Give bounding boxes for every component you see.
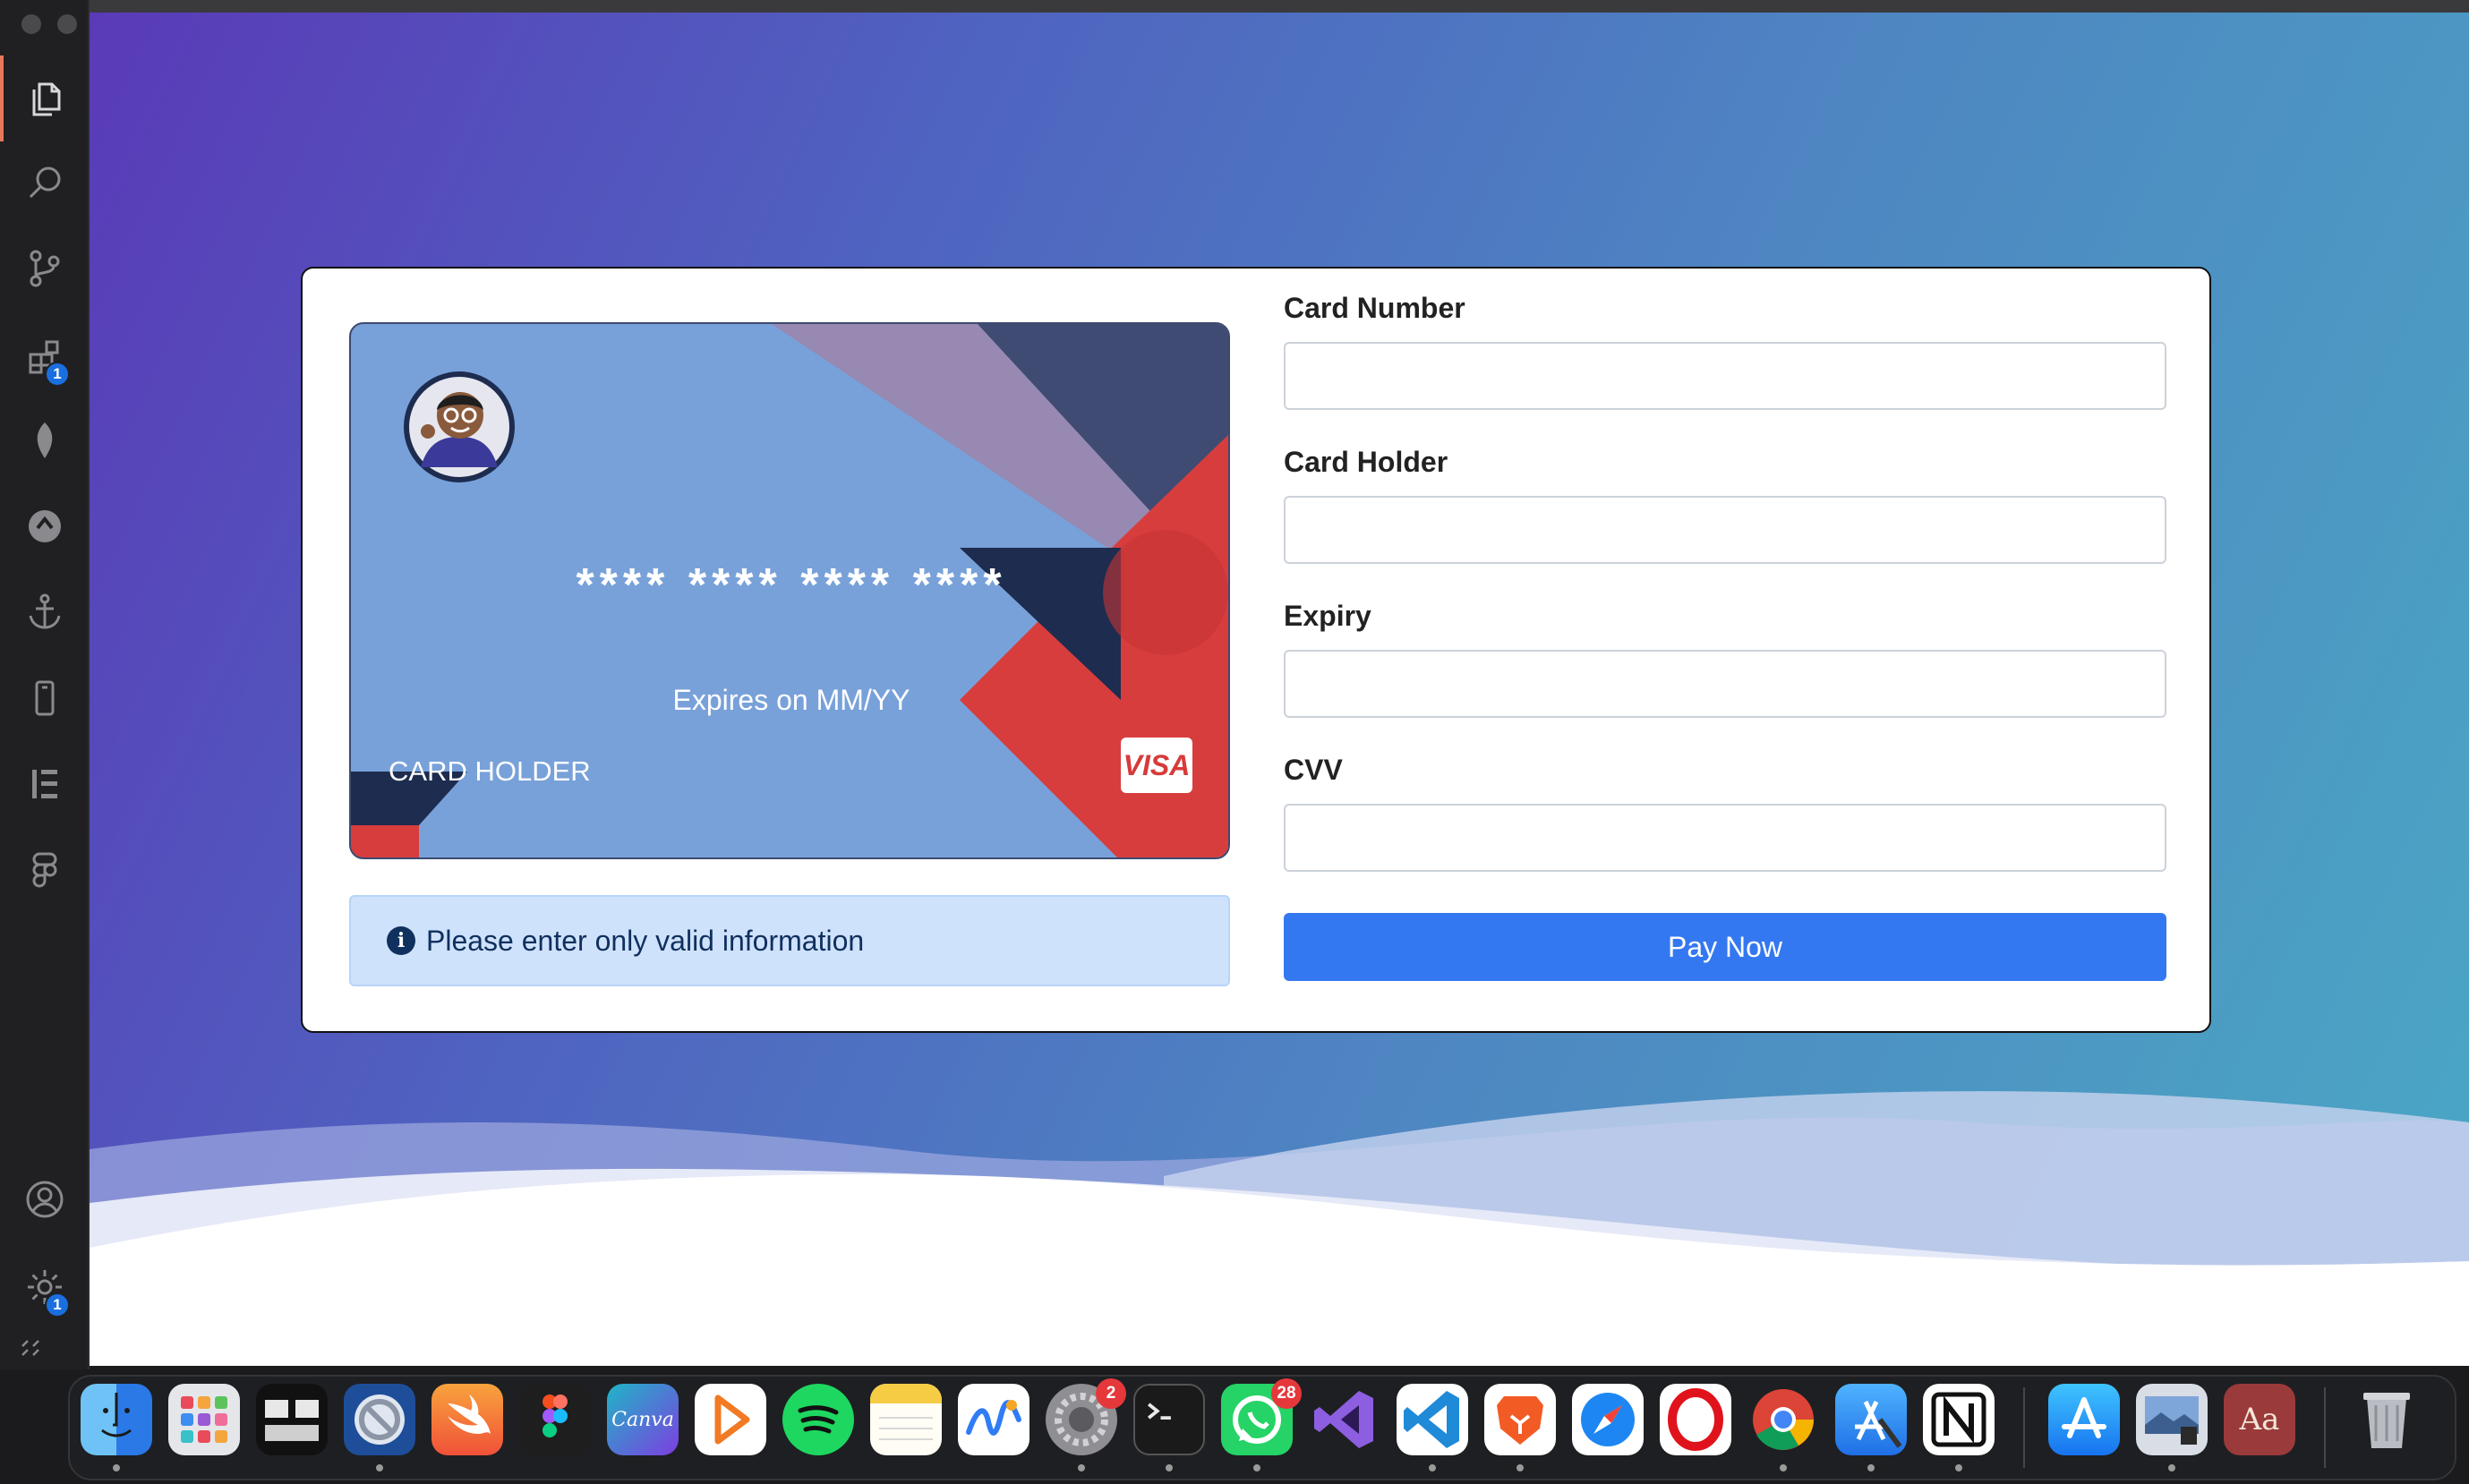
- card-number-label: Card Number: [1284, 292, 1465, 324]
- xcode-icon[interactable]: [1835, 1384, 1907, 1455]
- card-number-input[interactable]: [1284, 342, 2166, 410]
- elementor-icon[interactable]: [0, 741, 90, 827]
- expiry-input[interactable]: [1284, 650, 2166, 718]
- pay-now-button[interactable]: Pay Now: [1284, 913, 2166, 981]
- dock-separator-trash: [2324, 1387, 2326, 1468]
- extensions-icon[interactable]: 1: [0, 313, 90, 399]
- figma-icon[interactable]: [0, 827, 90, 913]
- window-close-button[interactable]: [21, 14, 41, 34]
- accounts-icon[interactable]: [0, 1156, 90, 1242]
- notion-running-indicator: [1955, 1464, 1962, 1471]
- whatsapp-badge: 28: [1271, 1378, 1302, 1409]
- stop-app-icon[interactable]: [344, 1384, 415, 1455]
- trash-icon[interactable]: [2351, 1384, 2422, 1455]
- vscode-running-indicator: [1429, 1464, 1436, 1471]
- remote-status-icon[interactable]: [20, 1337, 41, 1359]
- chrome-running-indicator: [1780, 1464, 1787, 1471]
- card-number-display: **** **** **** ****: [576, 559, 1007, 611]
- stop-app-running-indicator: [376, 1464, 383, 1471]
- visa-logo: VISA: [1121, 738, 1192, 793]
- window-minimize-button[interactable]: [57, 14, 77, 34]
- screen: 1 1 **** **** **** **** Expires on MM/YY…: [0, 0, 2469, 1484]
- infuse-player-icon[interactable]: [695, 1384, 766, 1455]
- swift-playgrounds-icon[interactable]: [431, 1384, 503, 1455]
- source-control-icon[interactable]: [0, 226, 90, 311]
- info-icon: i: [387, 926, 415, 955]
- vscode-icon[interactable]: [1397, 1384, 1468, 1455]
- finder-running-indicator: [113, 1464, 120, 1471]
- card-expiry-display: Expires on MM/YY: [672, 684, 910, 716]
- window-title-bar: [0, 0, 2469, 13]
- terminal-icon[interactable]: [1133, 1384, 1205, 1455]
- app-store-icon[interactable]: [2048, 1384, 2120, 1455]
- freeform-icon[interactable]: [958, 1384, 1029, 1455]
- safari-icon[interactable]: [1572, 1384, 1644, 1455]
- cvv-input[interactable]: [1284, 804, 2166, 872]
- info-alert: i Please enter only valid information: [349, 895, 1230, 986]
- preview-icon[interactable]: [2136, 1384, 2208, 1455]
- dictionary-label: Aa: [2239, 1402, 2280, 1437]
- whatsapp-running-indicator: [1253, 1464, 1260, 1471]
- payment-panel: **** **** **** **** Expires on MM/YY CAR…: [301, 267, 2211, 1033]
- settings-badge: 1: [45, 1292, 70, 1318]
- system-settings-badge: 2: [1096, 1378, 1126, 1409]
- settings-gear-icon[interactable]: 1: [0, 1244, 90, 1330]
- figma-app-icon[interactable]: [519, 1384, 591, 1455]
- canva-label: Canva: [611, 1408, 674, 1431]
- expiry-label: Expiry: [1284, 600, 1371, 632]
- terminal-running-indicator: [1166, 1464, 1173, 1471]
- leaf-extension-icon[interactable]: [0, 397, 90, 483]
- card-holder-input[interactable]: [1284, 496, 2166, 564]
- dock-separator: [2023, 1387, 2025, 1468]
- visual-studio-icon[interactable]: [1309, 1384, 1380, 1455]
- mission-control-icon[interactable]: [256, 1384, 328, 1455]
- alert-message: Please enter only valid information: [426, 924, 865, 957]
- mobile-device-icon[interactable]: [0, 655, 90, 741]
- dictionary-icon[interactable]: Aa: [2224, 1384, 2295, 1455]
- cvv-label: CVV: [1284, 754, 1343, 786]
- activity-bar: 1 1: [0, 0, 90, 1369]
- credit-card-preview: **** **** **** **** Expires on MM/YY CAR…: [349, 322, 1230, 859]
- payment-page: **** **** **** **** Expires on MM/YY CAR…: [90, 13, 2469, 1366]
- brave-running-indicator: [1516, 1464, 1524, 1471]
- remote-explorer-icon[interactable]: [0, 483, 90, 569]
- opera-icon[interactable]: [1660, 1384, 1731, 1455]
- canva-icon[interactable]: Canva: [607, 1384, 679, 1455]
- launchpad-icon[interactable]: [168, 1384, 240, 1455]
- xcode-running-indicator: [1867, 1464, 1875, 1471]
- anchor-icon[interactable]: [0, 569, 90, 655]
- extensions-badge: 1: [45, 362, 70, 387]
- brave-browser-icon[interactable]: [1484, 1384, 1556, 1455]
- system-settings-running-indicator: [1078, 1464, 1085, 1471]
- search-icon[interactable]: [0, 140, 90, 226]
- finder-icon[interactable]: [81, 1384, 152, 1455]
- avatar-logo: [404, 371, 515, 482]
- card-holder-label: Card Holder: [1284, 446, 1448, 478]
- notion-icon[interactable]: [1923, 1384, 1995, 1455]
- preview-running-indicator: [2168, 1464, 2175, 1471]
- card-holder-display: CARD HOLDER: [389, 755, 591, 787]
- spotify-icon[interactable]: [782, 1384, 854, 1455]
- notes-icon[interactable]: [870, 1384, 942, 1455]
- chrome-icon[interactable]: [1747, 1384, 1819, 1455]
- explorer-icon[interactable]: [0, 55, 90, 141]
